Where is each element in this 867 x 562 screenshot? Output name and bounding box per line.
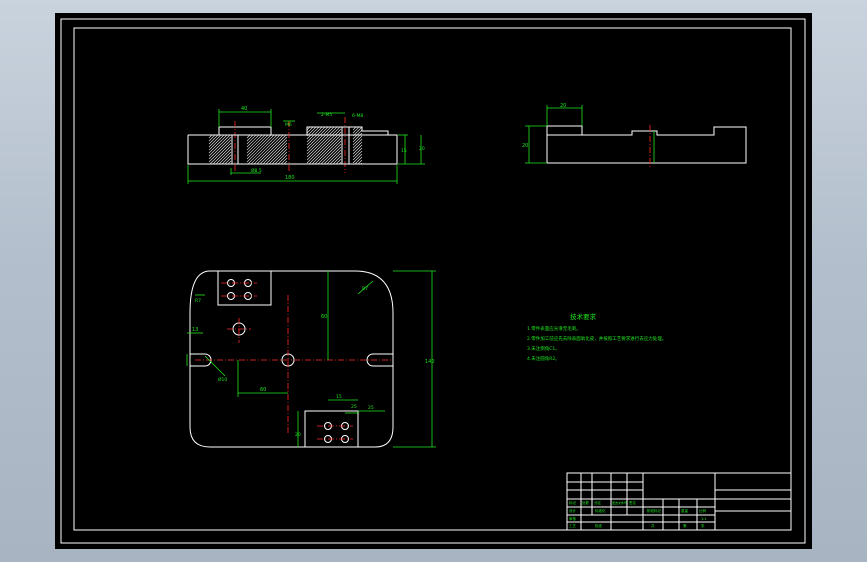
tb-zone: 分区: [594, 500, 602, 505]
tb-change-doc: 更改文件号: [612, 500, 627, 505]
tb-weight: 重量: [681, 508, 689, 513]
tb-count: 处数: [582, 500, 590, 505]
tb-scale-value: 1:1: [701, 517, 707, 521]
plan-dim-vertical-center: 60: [321, 314, 327, 320]
dim-small-top-label: 6-M8: [352, 113, 363, 119]
dim-overall-length: 180: [285, 175, 295, 181]
plan-dim-right-offset: 25: [368, 405, 374, 411]
tb-page: 张: [701, 523, 705, 528]
dim-slot-label: 2-M5: [321, 112, 332, 118]
tb-sheet-index: 第: [683, 523, 687, 528]
plan-dim-radius: R7: [195, 298, 201, 304]
clamp-block-lower: [304, 410, 359, 448]
side-view: 20 20: [522, 103, 747, 169]
tb-signature: 签名: [629, 500, 636, 505]
plan-dim-corner-radius: R7: [362, 286, 368, 292]
plan-dim-overall: 140: [425, 359, 435, 365]
plan-dim-hole-diameter: Ø10: [218, 376, 227, 383]
dim-top-width: 40: [241, 106, 247, 112]
notes-title: 技术要求: [570, 312, 597, 321]
outer-frame: [60, 18, 806, 544]
dim-height-total: 20: [419, 146, 425, 152]
plan-dim-block-width: 25: [351, 404, 357, 410]
plan-view: 140 60 60 13 R7 Ø10 R7 15 25 20 25: [186, 270, 436, 448]
technical-notes: 技术要求 1.零件表面应光滑无毛刺。 2.零件加工前应先去除表面氧化皮，并按照工…: [527, 312, 666, 362]
notes-line-1: 1.零件表面应光滑无毛刺。: [527, 325, 581, 332]
tb-stage-mark: 阶段标记: [647, 508, 661, 513]
tb-scale: 比例: [699, 508, 707, 513]
notes-line-4: 4.未注圆角R2。: [527, 355, 560, 362]
tb-process: 工艺: [569, 523, 577, 528]
tb-standard: 标准化: [595, 508, 606, 513]
dim-hole-label: M6: [285, 122, 292, 128]
drawing-sheet: 40 180 Ø8.5 M6 2-M5 6-M8 15 20 20 20 140…: [55, 13, 812, 549]
clamp-block-upper: [217, 270, 272, 306]
tb-mark: 标记: [569, 500, 577, 505]
plan-dim-block-spacing: 15: [336, 394, 342, 400]
tb-approve: 批准: [595, 523, 603, 528]
cad-drawing-canvas: 40 180 Ø8.5 M6 2-M5 6-M8 15 20 20 20 140…: [60, 18, 806, 544]
notes-line-2: 2.零件加工前应先去除表面氧化皮，并按照工艺要求进行去应力处理。: [527, 335, 666, 342]
side-dim-height: 20: [522, 143, 528, 149]
notes-line-3: 3.未注倒角C1。: [527, 345, 560, 352]
plan-dim-offset-left: 13: [192, 327, 198, 333]
dim-bore-diameter: Ø8.5: [251, 167, 262, 174]
inner-frame: [73, 27, 792, 531]
side-dim-top-width: 20: [560, 103, 566, 109]
front-section-view: 40 180 Ø8.5 M6 2-M5 6-M8 15 20: [187, 106, 425, 184]
tb-sheet-total: 共: [651, 523, 655, 528]
title-block: 标记 处数 分区 更改文件号 签名 设计 标准化 审核 工艺 批准 阶段标记 重…: [566, 472, 792, 531]
plan-dim-block-height: 20: [295, 432, 301, 438]
tb-design: 设计: [569, 508, 577, 513]
dim-height-small: 15: [401, 148, 407, 154]
plan-dim-horizontal-center: 60: [260, 387, 266, 393]
tb-review: 审核: [569, 516, 577, 521]
